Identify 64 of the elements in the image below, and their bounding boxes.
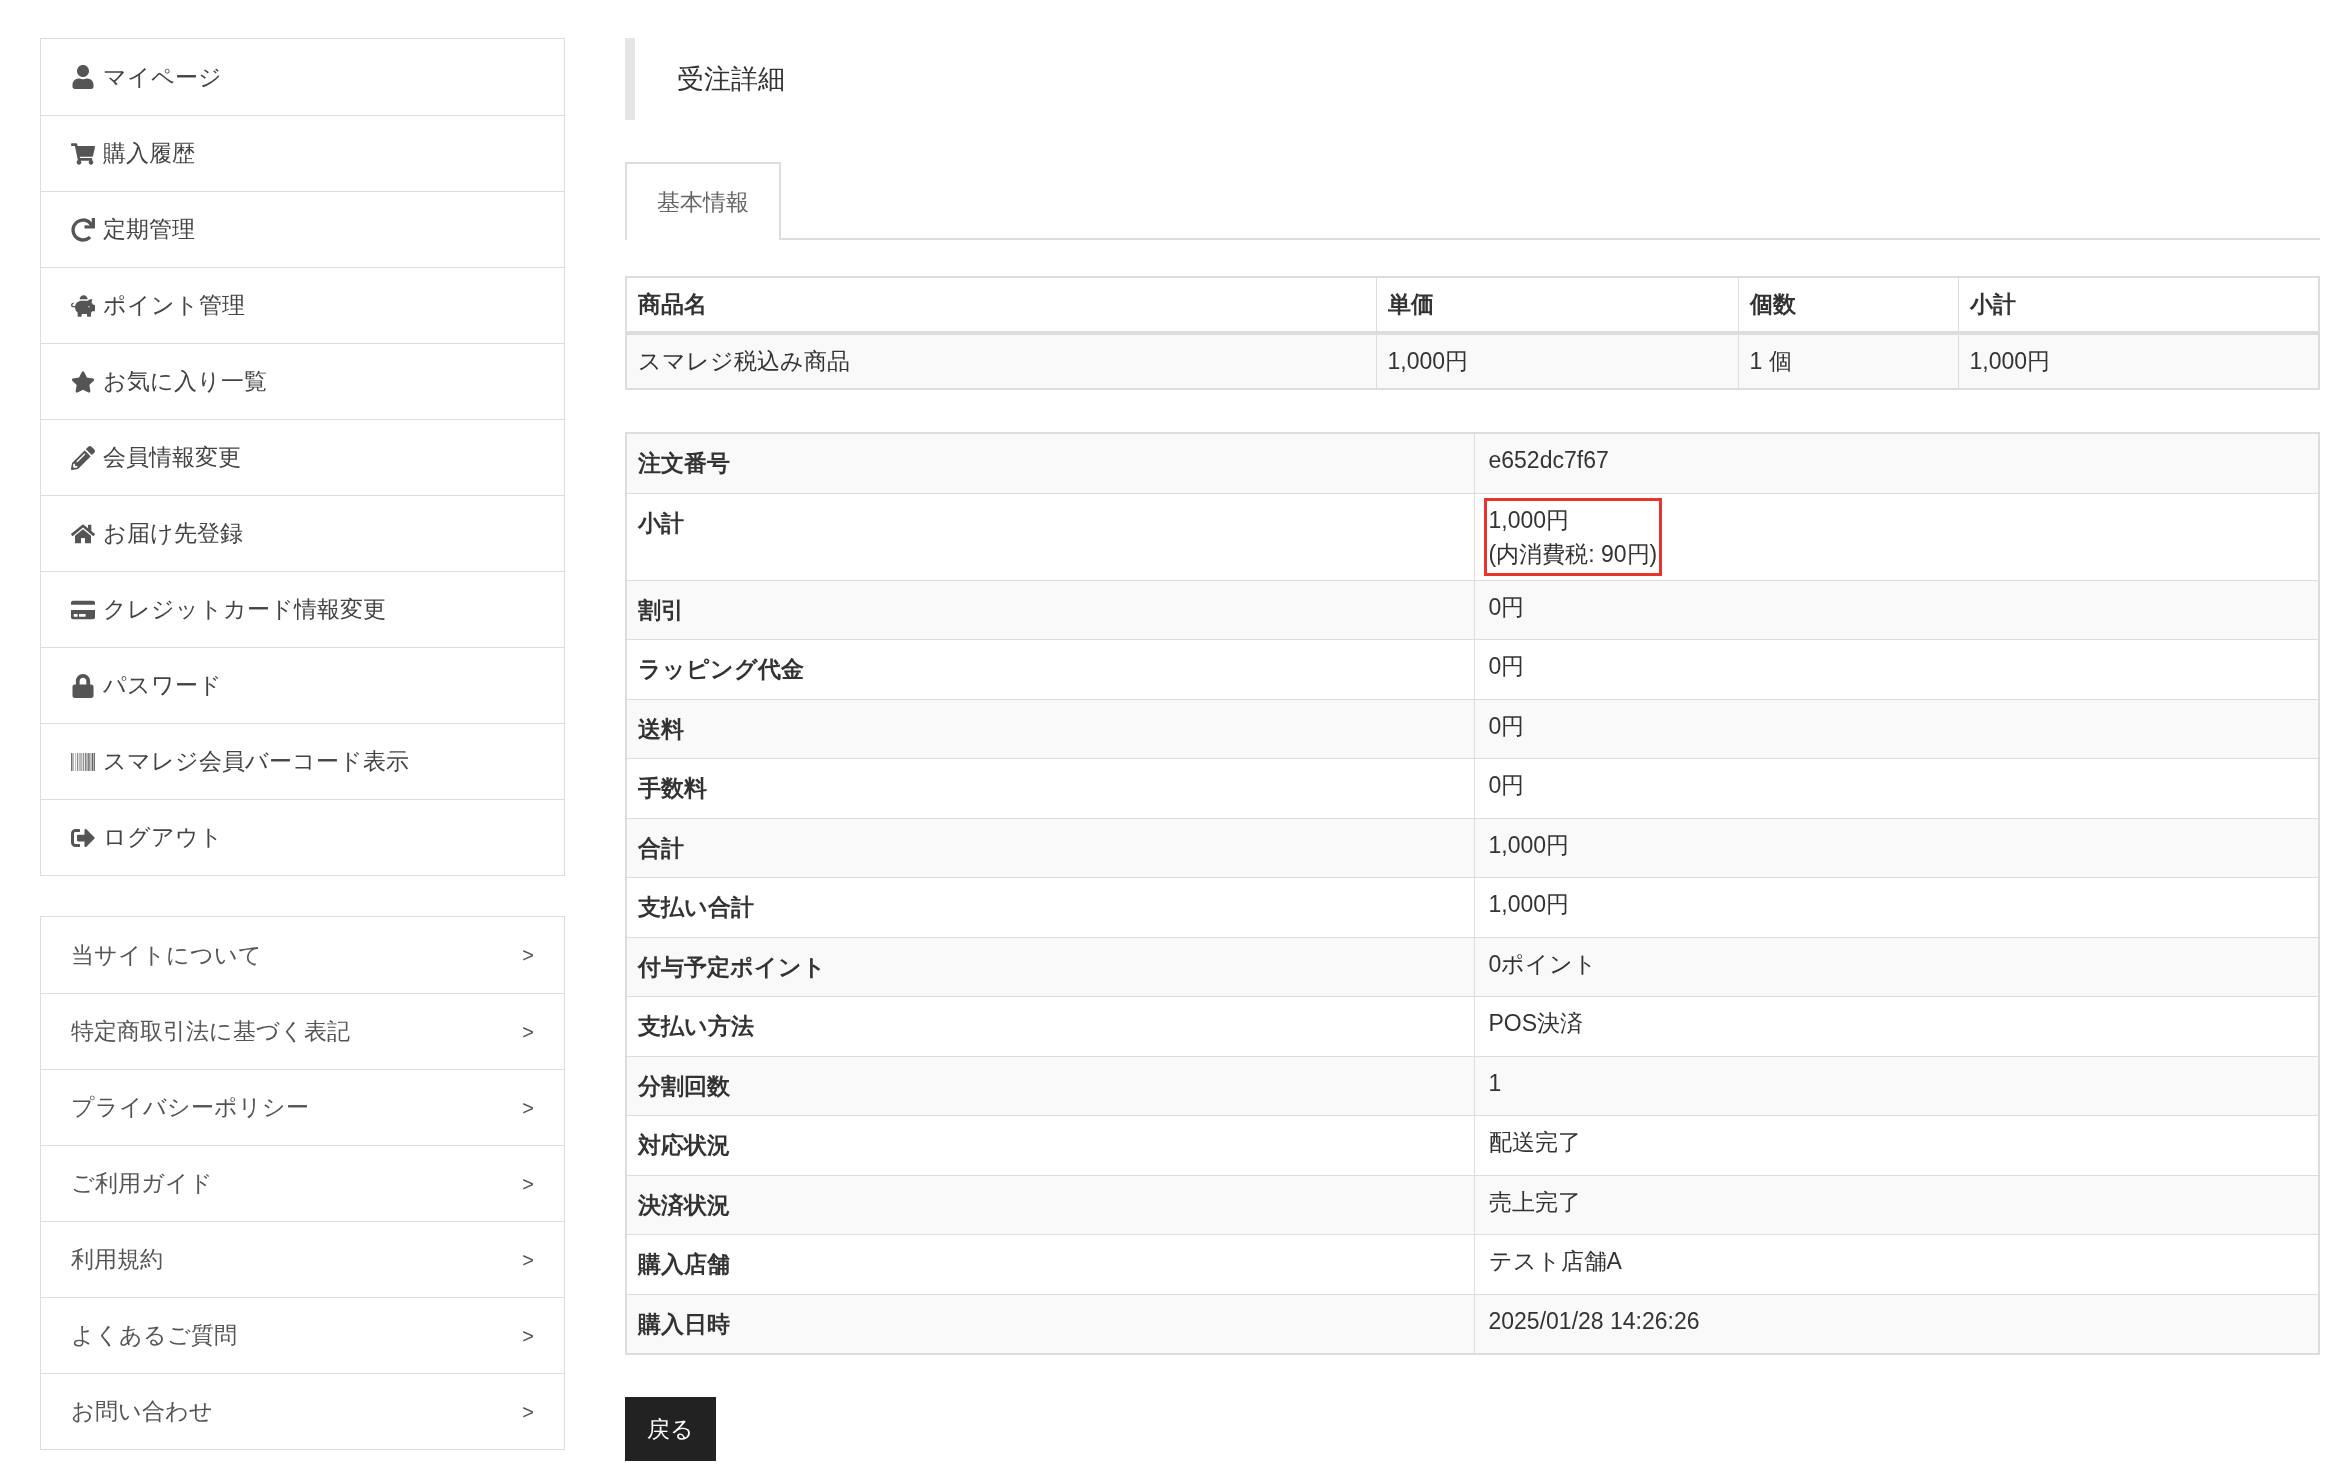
- sidebar-link[interactable]: 会員情報変更: [41, 419, 564, 495]
- row-label: 送料: [626, 699, 1474, 759]
- sidebar-link[interactable]: 特定商取引法に基づく表記 >: [41, 993, 564, 1069]
- cell-value: 1,000円: [1487, 830, 1571, 860]
- chevron-text: >: [522, 1247, 534, 1273]
- sidebar-link[interactable]: 当サイトについて >: [41, 917, 564, 993]
- cell-value: 0円: [1487, 592, 1526, 622]
- sidebar-link[interactable]: 利用規約 >: [41, 1221, 564, 1297]
- row-label: 注文番号: [626, 433, 1474, 493]
- row-label: 決済状況: [626, 1175, 1474, 1235]
- chevron-text: >: [522, 1019, 534, 1045]
- cell-value: 0円: [1487, 652, 1526, 681]
- row-label: 対応状況: [626, 1115, 1474, 1175]
- page-title: 受注詳細: [677, 62, 785, 96]
- sidebar-link[interactable]: スマレジ会員バーコード表示: [41, 723, 564, 799]
- refresh-icon: [71, 217, 95, 242]
- sidebar-link[interactable]: ログアウト: [41, 799, 564, 875]
- sidebar-link[interactable]: ポイント管理: [41, 267, 564, 343]
- row-label: 購入店舗: [626, 1234, 1474, 1294]
- star-icon: [71, 369, 95, 394]
- sidebar-link[interactable]: お気に入り一覧: [41, 343, 564, 419]
- row-label: 合計: [626, 818, 1474, 878]
- sidebar-link[interactable]: ご利用ガイド >: [41, 1145, 564, 1221]
- back-button[interactable]: 戻る: [625, 1397, 716, 1461]
- sidebar-link[interactable]: プライバシーポリシー >: [41, 1069, 564, 1145]
- chevron-text: >: [522, 943, 534, 968]
- tab[interactable]: 基本情報: [625, 162, 781, 240]
- cell-value: 0円: [1487, 711, 1526, 741]
- sidebar-link[interactable]: お問い合わせ >: [41, 1373, 564, 1449]
- cell-value: 0円: [1487, 771, 1526, 800]
- user-icon: [71, 65, 95, 89]
- row-label: 分割回数: [626, 1056, 1474, 1116]
- sidebar-link[interactable]: よくあるご質問 >: [41, 1297, 564, 1373]
- cell-value: POS決済: [1487, 1009, 1585, 1038]
- cell-value: 売上完了: [1487, 1187, 1582, 1217]
- sidebar-link[interactable]: マイページ: [41, 39, 564, 115]
- chevron-text: >: [522, 1171, 534, 1197]
- row-label: 小計: [626, 493, 1474, 580]
- sidebar-link[interactable]: 購入履歴: [41, 115, 564, 191]
- row-label: 支払い合計: [626, 877, 1474, 937]
- sidebar-link[interactable]: お届け先登録: [41, 495, 564, 571]
- row-label: ラッピング代金: [626, 639, 1474, 699]
- chevron-text: >: [522, 1095, 534, 1121]
- cell-value: e652dc7f67: [1487, 446, 1610, 475]
- pencil-icon: [71, 445, 95, 470]
- lock-icon: [71, 673, 95, 698]
- row-label: 付与予定ポイント: [626, 937, 1474, 997]
- chevron-text: >: [522, 1399, 534, 1425]
- cell-value: テスト店舗A: [1487, 1247, 1623, 1276]
- sidebar-link[interactable]: クレジットカード情報変更: [41, 571, 564, 647]
- sidebar-link[interactable]: 定期管理: [41, 191, 564, 267]
- cell-value: 配送完了: [1487, 1128, 1582, 1157]
- cell-value: 1,000円: [1487, 890, 1571, 919]
- row-label: 支払い方法: [626, 996, 1474, 1056]
- row-label: 割引: [626, 580, 1474, 640]
- chevron-text: >: [522, 1323, 534, 1349]
- row-label: 手数料: [626, 758, 1474, 818]
- cell-value: 2025/01/28 14:26:26: [1487, 1306, 1701, 1336]
- cart-icon: [71, 141, 95, 166]
- cell-value: 1: [1487, 1068, 1503, 1098]
- piggy-bank-icon: [71, 293, 95, 318]
- cell-value: 1,000円 (内消費税: 90円): [1483, 497, 1663, 576]
- cell-value: 0ポイント: [1487, 949, 1599, 979]
- sidebar-link[interactable]: パスワード: [41, 647, 564, 723]
